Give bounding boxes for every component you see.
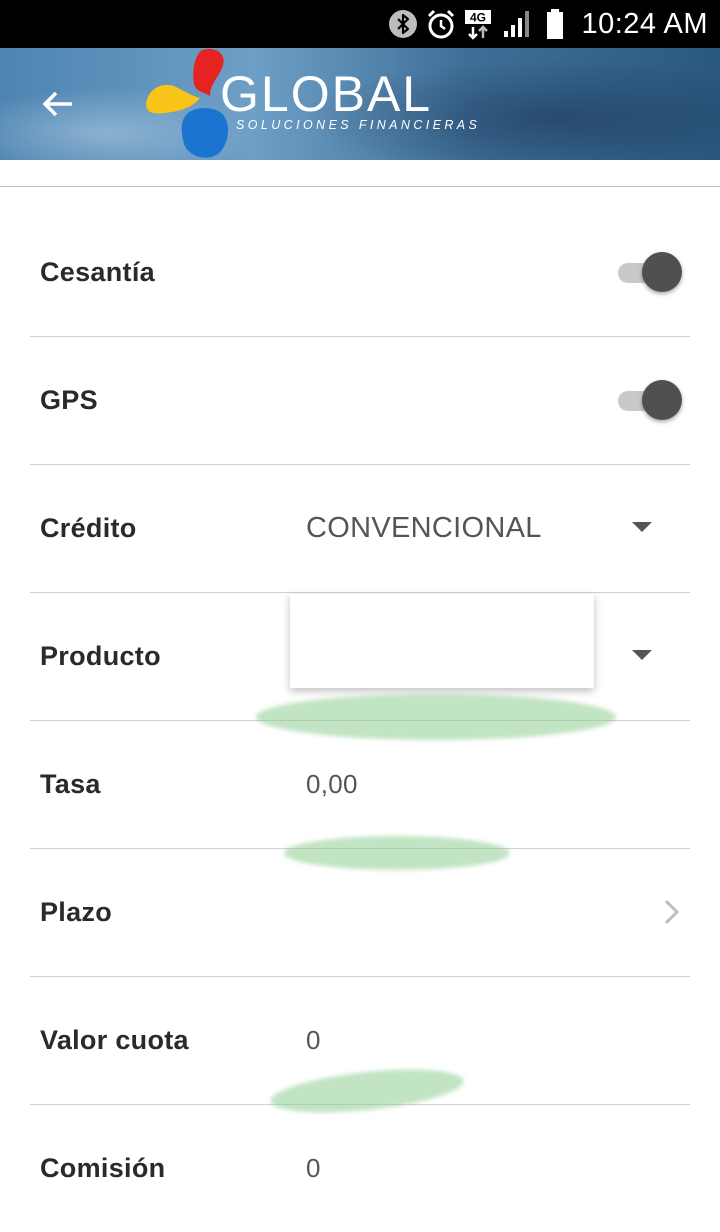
comision-label: Comisión [40, 1153, 166, 1183]
dropdown-arrow-icon[interactable] [632, 650, 652, 660]
network-label: 4G [470, 11, 486, 25]
row-cesantia: Cesantía [30, 208, 690, 337]
toggle-thumb [642, 380, 682, 420]
bluetooth-icon [387, 8, 419, 40]
alarm-icon [425, 8, 457, 40]
producto-label: Producto [40, 641, 161, 671]
row-tasa: Tasa 0,00 [30, 720, 690, 849]
tasa-value: 0,00 [306, 769, 358, 799]
gps-toggle[interactable] [616, 380, 684, 420]
row-comision: Comisión 0 [30, 1104, 690, 1232]
status-icons: 4G 10:24 AM [381, 0, 708, 48]
valor-cuota-label: Valor cuota [40, 1025, 189, 1055]
cesantia-label: Cesantía [40, 257, 155, 287]
battery-icon [539, 8, 571, 40]
redaction-scribble [256, 694, 616, 740]
logo-subtitle: SOLUCIONES FINANCIERAS [236, 118, 481, 132]
credito-label: Crédito [40, 513, 137, 543]
plazo-label: Plazo [40, 897, 113, 927]
signal-icon [501, 8, 533, 40]
status-bar: 4G 10:24 AM [0, 0, 720, 48]
app-header: GLOBAL SOLUCIONES FINANCIERAS [0, 48, 720, 160]
cesantia-toggle[interactable] [616, 252, 684, 292]
tasa-label: Tasa [40, 769, 101, 799]
back-button[interactable] [30, 76, 86, 132]
arrow-back-icon [42, 91, 72, 117]
gps-label: GPS [40, 385, 98, 415]
redaction-scribble [284, 836, 510, 870]
network-4g-icon: 4G [463, 8, 495, 40]
row-gps: GPS [30, 336, 690, 465]
producto-dropdown-popup[interactable] [290, 594, 594, 688]
credito-select[interactable]: CONVENCIONAL [306, 464, 542, 592]
header-divider [0, 186, 720, 187]
global-logo: GLOBAL SOLUCIONES FINANCIERAS [144, 48, 484, 160]
toggle-thumb [642, 252, 682, 292]
chevron-right-icon[interactable] [660, 898, 684, 926]
logo-text: GLOBAL [220, 66, 433, 122]
row-credito: Crédito CONVENCIONAL [30, 464, 690, 593]
comision-value: 0 [306, 1153, 321, 1183]
status-time: 10:24 AM [581, 7, 708, 40]
dropdown-arrow-icon[interactable] [632, 522, 652, 532]
